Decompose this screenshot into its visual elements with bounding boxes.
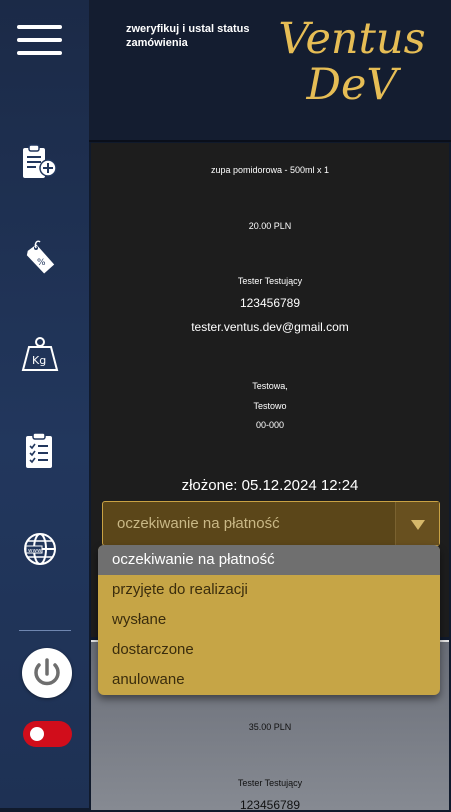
next-customer-phone: 123456789 xyxy=(239,798,301,812)
logo-line-1: Ventus xyxy=(278,14,426,64)
price-tag-icon[interactable]: % xyxy=(20,238,60,278)
next-customer-name: Tester Testujący xyxy=(237,778,303,788)
order-item: zupa pomidorowa - 500ml x 1 xyxy=(210,165,330,175)
status-dropdown: oczekiwanie na płatność przyjęte do real… xyxy=(98,545,440,695)
toggle-knob xyxy=(30,727,44,741)
logo-line-2: DeV xyxy=(306,60,398,110)
status-option-awaiting-payment[interactable]: oczekiwanie na płatność xyxy=(98,545,440,575)
new-order-icon[interactable] xyxy=(20,143,60,183)
header-subtitle: zweryfikuj i ustal status zamówienia xyxy=(126,23,250,49)
customer-phone: 123456789 xyxy=(239,296,301,310)
next-order-price: 35.00 PLN xyxy=(248,722,292,732)
chevron-down-icon xyxy=(411,520,425,530)
address-street: Testowa, xyxy=(252,381,288,391)
status-option-cancelled[interactable]: anulowane xyxy=(98,665,440,695)
order-placed-date: złożone: 05.12.2024 12:24 xyxy=(181,477,359,494)
logo: Ventus DeV xyxy=(267,16,437,108)
svg-text:www: www xyxy=(28,548,42,554)
checklist-icon[interactable] xyxy=(20,431,60,471)
status-select-value: oczekiwanie na płatność xyxy=(117,515,280,532)
order-price: 20.00 PLN xyxy=(248,221,292,231)
status-select[interactable]: oczekiwanie na płatność xyxy=(102,501,440,546)
status-option-shipped[interactable]: wysłane xyxy=(98,605,440,635)
sidebar-divider xyxy=(19,630,71,631)
svg-text:Kg: Kg xyxy=(32,354,46,367)
status-option-delivered[interactable]: dostarczone xyxy=(98,635,440,665)
globe-icon[interactable]: www xyxy=(20,529,60,569)
svg-text:%: % xyxy=(37,258,46,268)
weight-icon[interactable]: Kg xyxy=(20,335,60,375)
address-postal: 00-000 xyxy=(255,420,285,430)
status-option-accepted[interactable]: przyjęte do realizacji xyxy=(98,575,440,605)
customer-email: tester.ventus.dev@gmail.com xyxy=(191,320,349,334)
sidebar: % Kg www xyxy=(0,0,89,808)
mode-toggle[interactable] xyxy=(23,721,72,747)
customer-name: Tester Testujący xyxy=(237,276,303,286)
header: zweryfikuj i ustal status zamówienia Ven… xyxy=(89,0,451,142)
power-button[interactable] xyxy=(22,648,72,698)
status-select-toggle[interactable] xyxy=(395,502,439,545)
menu-icon[interactable] xyxy=(17,25,62,57)
power-icon xyxy=(34,658,60,686)
address-city: Testowo xyxy=(253,401,287,411)
